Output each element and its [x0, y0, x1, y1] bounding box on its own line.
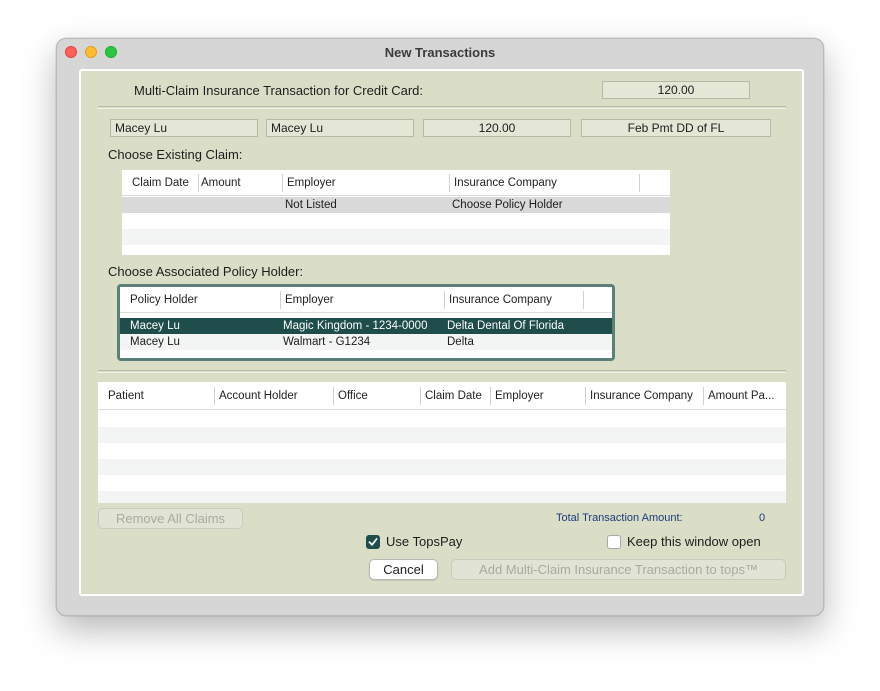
column-employer[interactable]: Employer — [487, 382, 583, 410]
total-transaction-value: 0 — [759, 512, 766, 524]
column-insurance-company[interactable]: Insurance Company — [446, 170, 639, 196]
column-amount-paid[interactable]: Amount Pa... — [700, 382, 784, 410]
window-title: New Transactions — [384, 45, 496, 60]
cancel-button[interactable]: Cancel — [369, 559, 438, 580]
table-row[interactable]: Not Listed Choose Policy Holder — [122, 197, 670, 213]
column-claim-date[interactable]: Claim Date — [417, 382, 487, 410]
header-label: Multi-Claim Insurance Transaction for Cr… — [134, 83, 423, 98]
transactions-table[interactable]: Patient Account Holder Office Claim Date… — [98, 382, 786, 503]
column-claim-date[interactable]: Claim Date — [124, 170, 193, 196]
cell-insurance-company: Delta — [447, 336, 474, 348]
transaction-panel: Multi-Claim Insurance Transaction for Cr… — [79, 69, 804, 596]
use-topspay-label[interactable]: Use TopsPay — [386, 534, 462, 549]
keep-window-open-label[interactable]: Keep this window open — [627, 534, 761, 549]
add-transaction-button[interactable]: Add Multi-Claim Insurance Transaction to… — [451, 559, 786, 580]
checkmark-icon — [368, 538, 378, 546]
description-field: Feb Pmt DD of FL — [581, 119, 771, 137]
column-patient[interactable]: Patient — [100, 382, 213, 410]
existing-claim-header: Claim Date Amount Employer Insurance Com… — [122, 170, 670, 196]
separator — [98, 370, 786, 373]
table-row-empty — [98, 427, 786, 443]
cell-policy-holder: Macey Lu — [130, 320, 180, 332]
amount-field: 120.00 — [423, 119, 571, 137]
column-account-holder[interactable]: Account Holder — [211, 382, 331, 410]
total-transaction-label: Total Transaction Amount: — [556, 512, 683, 524]
cell-insurance-company: Choose Policy Holder — [452, 199, 563, 211]
cell-policy-holder: Macey Lu — [130, 336, 180, 348]
cell-employer: Not Listed — [285, 199, 337, 211]
remove-all-claims-button[interactable]: Remove All Claims — [98, 508, 243, 529]
new-transactions-window: New Transactions Multi-Claim Insurance T… — [56, 38, 824, 616]
cell-insurance-company: Delta Dental Of Florida — [447, 320, 564, 332]
cell-employer: Walmart - G1234 — [283, 336, 371, 348]
title-bar[interactable]: New Transactions — [57, 39, 823, 67]
existing-claim-label: Choose Existing Claim: — [108, 147, 243, 162]
column-amount[interactable]: Amount — [193, 170, 281, 196]
column-policy-holder[interactable]: Policy Holder — [122, 287, 277, 313]
patient-field: Macey Lu — [110, 119, 258, 137]
existing-claim-table[interactable]: Claim Date Amount Employer Insurance Com… — [122, 170, 670, 255]
column-insurance-company[interactable]: Insurance Company — [582, 382, 702, 410]
table-row-empty — [122, 229, 670, 245]
policy-holder-table[interactable]: Policy Holder Employer Insurance Company… — [120, 287, 612, 358]
table-row-empty — [98, 459, 786, 475]
header-amount-field: 120.00 — [602, 81, 750, 99]
transactions-header: Patient Account Holder Office Claim Date… — [98, 382, 786, 410]
column-employer[interactable]: Employer — [279, 170, 447, 196]
separator — [98, 106, 786, 109]
account-holder-field: Macey Lu — [266, 119, 414, 137]
policy-holder-header: Policy Holder Employer Insurance Company — [120, 287, 612, 313]
table-row[interactable]: Macey Lu Walmart - G1234 Delta — [120, 334, 612, 350]
policy-holder-label: Choose Associated Policy Holder: — [108, 264, 304, 279]
table-row-empty — [98, 491, 786, 503]
cell-employer: Magic Kingdom - 1234-0000 — [283, 320, 428, 332]
column-insurance-company[interactable]: Insurance Company — [441, 287, 581, 313]
keep-window-open-checkbox[interactable] — [607, 535, 621, 549]
table-row-selected[interactable]: Macey Lu Magic Kingdom - 1234-0000 Delta… — [120, 318, 612, 334]
use-topspay-checkbox[interactable] — [366, 535, 380, 549]
column-office[interactable]: Office — [330, 382, 418, 410]
column-employer[interactable]: Employer — [277, 287, 441, 313]
